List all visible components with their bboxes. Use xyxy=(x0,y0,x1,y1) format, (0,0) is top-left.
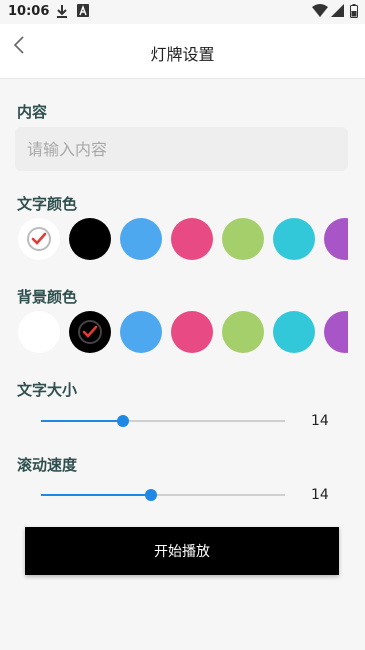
color-swatch[interactable] xyxy=(18,218,60,260)
color-swatch[interactable] xyxy=(120,311,162,353)
signal-icon xyxy=(331,4,344,21)
color-swatch[interactable] xyxy=(171,218,213,260)
color-swatch[interactable] xyxy=(18,311,60,353)
bg-color-label: 背景颜色 xyxy=(17,288,78,306)
content-label: 内容 xyxy=(17,103,48,121)
toolbar: 灯牌设置 xyxy=(0,24,365,79)
start-play-button[interactable]: 开始播放 xyxy=(25,527,339,575)
scroll-speed-label: 滚动速度 xyxy=(17,456,78,474)
color-swatch[interactable] xyxy=(273,218,315,260)
content-input[interactable] xyxy=(15,127,348,171)
status-bar: 10:06 xyxy=(0,0,365,24)
scroll-speed-value: 14 xyxy=(311,487,329,503)
app-a-icon xyxy=(77,4,89,21)
color-swatch[interactable] xyxy=(273,311,315,353)
text-color-swatches xyxy=(18,218,348,262)
slider-thumb[interactable] xyxy=(144,489,157,501)
slider-fill xyxy=(41,420,123,422)
battery-icon xyxy=(350,4,358,22)
text-color-label: 文字颜色 xyxy=(17,195,78,213)
text-size-value: 14 xyxy=(311,413,329,429)
slider-fill xyxy=(41,494,151,496)
color-swatch[interactable] xyxy=(222,218,264,260)
checkmark-icon xyxy=(27,227,51,251)
bg-color-swatches xyxy=(18,311,348,355)
color-swatch[interactable] xyxy=(222,311,264,353)
download-icon xyxy=(56,4,68,22)
color-swatch[interactable] xyxy=(120,218,162,260)
color-swatch[interactable] xyxy=(69,311,111,353)
slider-thumb[interactable] xyxy=(116,415,129,427)
color-swatch[interactable] xyxy=(69,218,111,260)
color-swatch[interactable] xyxy=(171,311,213,353)
checkmark-icon xyxy=(78,320,102,344)
color-swatch[interactable] xyxy=(324,218,348,260)
color-swatch[interactable] xyxy=(324,311,348,353)
status-time: 10:06 xyxy=(8,4,50,19)
text-size-slider[interactable] xyxy=(41,411,285,431)
page-title: 灯牌设置 xyxy=(150,45,215,64)
text-size-label: 文字大小 xyxy=(17,381,78,399)
scroll-speed-slider[interactable] xyxy=(41,485,285,505)
wifi-icon xyxy=(312,4,328,21)
